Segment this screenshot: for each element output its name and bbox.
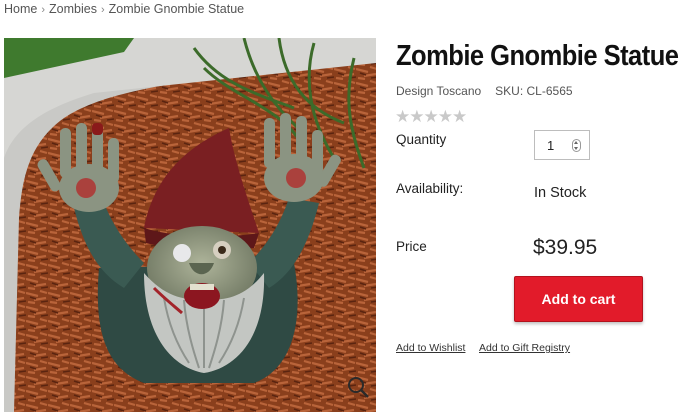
quantity-label: Quantity bbox=[396, 132, 447, 147]
quantity-stepper[interactable]: 1 bbox=[534, 130, 590, 160]
add-to-cart-button[interactable]: Add to cart bbox=[514, 276, 643, 322]
breadcrumb: Home › Zombies › Zombie Gnombie Statue bbox=[4, 2, 244, 16]
product-sku: SKU: CL-6565 bbox=[495, 84, 573, 98]
breadcrumb-zombies-link[interactable]: Zombies bbox=[49, 2, 97, 16]
spinner-arrows-icon[interactable] bbox=[572, 138, 581, 152]
breadcrumb-current: Zombie Gnombie Statue bbox=[108, 2, 245, 16]
brand-name: Design Toscano bbox=[396, 84, 482, 98]
zombie-gnome-statue-photo bbox=[4, 38, 376, 412]
product-image[interactable] bbox=[4, 38, 376, 412]
availability-status: In Stock bbox=[534, 185, 587, 201]
add-to-gift-registry-link[interactable]: Add to Gift Registry bbox=[479, 342, 570, 354]
quantity-value: 1 bbox=[547, 137, 555, 153]
rating-stars[interactable]: ★★★★★ bbox=[395, 107, 467, 127]
product-title: Zombie Gnombie Statue bbox=[396, 40, 679, 72]
product-meta: Design Toscano SKU: CL-6565 bbox=[396, 84, 573, 98]
breadcrumb-separator: › bbox=[100, 4, 105, 16]
price-label: Price bbox=[396, 239, 427, 254]
availability-label: Availability: bbox=[396, 181, 464, 196]
breadcrumb-home-link[interactable]: Home bbox=[4, 2, 37, 16]
price-value: $39.95 bbox=[533, 236, 598, 259]
add-to-wishlist-link[interactable]: Add to Wishlist bbox=[396, 342, 465, 354]
breadcrumb-separator: › bbox=[41, 4, 46, 16]
